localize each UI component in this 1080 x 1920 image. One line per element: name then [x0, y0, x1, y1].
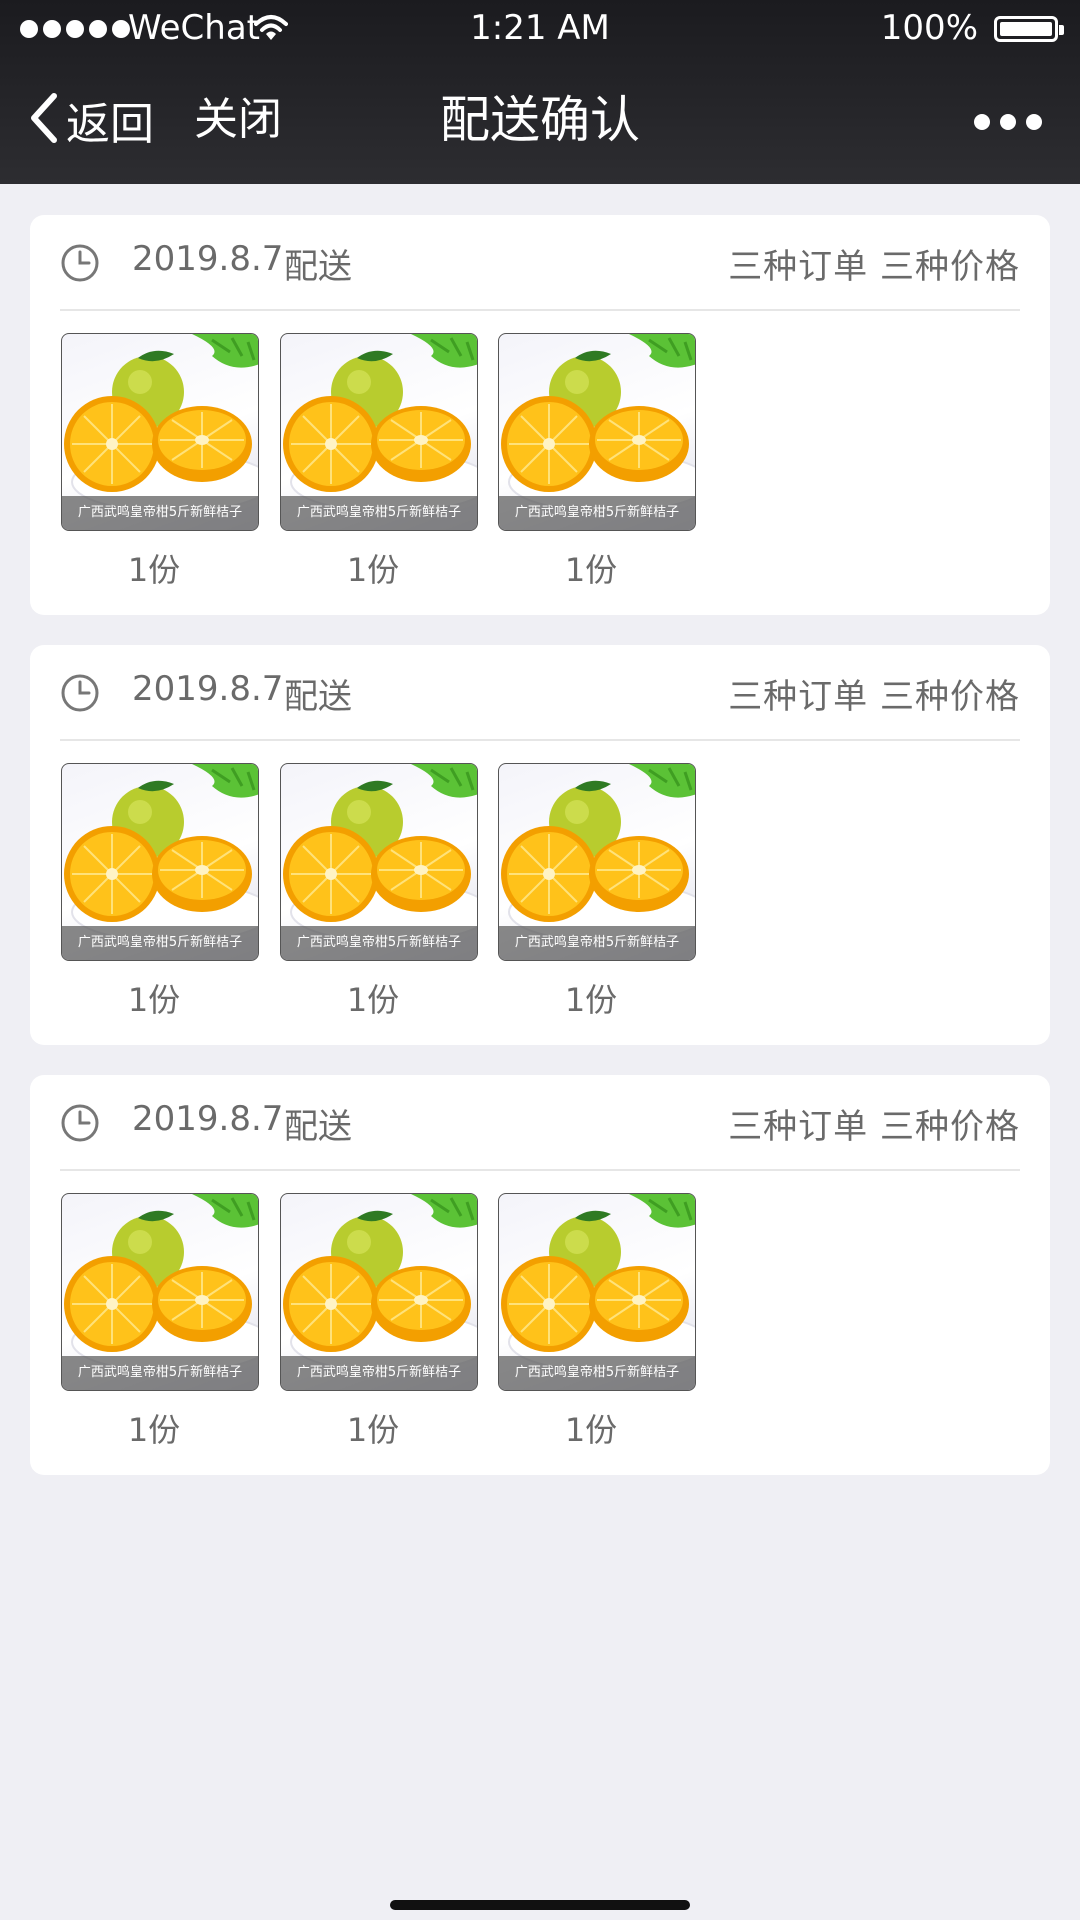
product-image: 广西武鸣皇帝柑5斤新鲜桔子 [61, 1193, 259, 1391]
delivery-label: 配送 [284, 247, 352, 287]
product-caption: 广西武鸣皇帝柑5斤新鲜桔子 [499, 1356, 695, 1390]
product-quantity: 1份 [346, 1411, 400, 1449]
product-quantity: 1份 [127, 981, 181, 1019]
order-types-label: 三种订单 三种价格 [728, 1107, 1020, 1147]
product-caption: 广西武鸣皇帝柑5斤新鲜桔子 [62, 926, 258, 960]
order-date: 2019.8.7 [132, 669, 284, 709]
product-item[interactable]: 广西武鸣皇帝柑5斤新鲜桔子 1份 [498, 763, 696, 1021]
order-card-header: 2019.8.7 配送 三种订单 三种价格 [30, 645, 1050, 741]
product-item[interactable]: 广西武鸣皇帝柑5斤新鲜桔子 1份 [61, 763, 259, 1021]
battery-icon [994, 16, 1064, 42]
product-caption: 广西武鸣皇帝柑5斤新鲜桔子 [281, 496, 477, 530]
delivery-label: 配送 [284, 677, 352, 717]
product-caption: 广西武鸣皇帝柑5斤新鲜桔子 [281, 1356, 477, 1390]
delivery-label: 配送 [284, 1107, 352, 1147]
order-card: 2019.8.7 配送 三种订单 三种价格 广西武鸣皇帝柑5斤新鲜桔子 1份 广… [30, 215, 1050, 615]
product-caption: 广西武鸣皇帝柑5斤新鲜桔子 [499, 926, 695, 960]
divider [60, 1169, 1020, 1171]
home-indicator[interactable] [390, 1900, 690, 1910]
product-image: 广西武鸣皇帝柑5斤新鲜桔子 [61, 333, 259, 531]
order-card: 2019.8.7 配送 三种订单 三种价格 广西武鸣皇帝柑5斤新鲜桔子 1份 广… [30, 645, 1050, 1045]
product-quantity: 1份 [346, 551, 400, 589]
clock-icon [60, 673, 100, 717]
order-card-header: 2019.8.7 配送 三种订单 三种价格 [30, 1075, 1050, 1171]
more-dots-icon[interactable] [974, 114, 1042, 130]
order-card: 2019.8.7 配送 三种订单 三种价格 广西武鸣皇帝柑5斤新鲜桔子 1份 广… [30, 1075, 1050, 1475]
order-date: 2019.8.7 [132, 239, 284, 279]
product-quantity: 1份 [564, 1411, 618, 1449]
product-quantity: 1份 [564, 551, 618, 589]
product-image: 广西武鸣皇帝柑5斤新鲜桔子 [61, 763, 259, 961]
status-bar: WeChat 1:21 AM 100% [0, 0, 1080, 62]
product-item[interactable]: 广西武鸣皇帝柑5斤新鲜桔子 1份 [61, 1193, 259, 1451]
product-quantity: 1份 [346, 981, 400, 1019]
clock-icon [60, 243, 100, 287]
product-image: 广西武鸣皇帝柑5斤新鲜桔子 [280, 333, 478, 531]
product-item[interactable]: 广西武鸣皇帝柑5斤新鲜桔子 1份 [280, 1193, 478, 1451]
product-quantity: 1份 [127, 551, 181, 589]
product-item[interactable]: 广西武鸣皇帝柑5斤新鲜桔子 1份 [61, 333, 259, 591]
product-caption: 广西武鸣皇帝柑5斤新鲜桔子 [62, 496, 258, 530]
product-quantity: 1份 [127, 1411, 181, 1449]
page-title: 配送确认 [440, 91, 640, 149]
order-date: 2019.8.7 [132, 1099, 284, 1139]
order-types-label: 三种订单 三种价格 [728, 677, 1020, 717]
product-item[interactable]: 广西武鸣皇帝柑5斤新鲜桔子 1份 [280, 333, 478, 591]
product-item[interactable]: 广西武鸣皇帝柑5斤新鲜桔子 1份 [498, 333, 696, 591]
product-caption: 广西武鸣皇帝柑5斤新鲜桔子 [62, 1356, 258, 1390]
product-caption: 广西武鸣皇帝柑5斤新鲜桔子 [499, 496, 695, 530]
product-item[interactable]: 广西武鸣皇帝柑5斤新鲜桔子 1份 [498, 1193, 696, 1451]
product-quantity: 1份 [564, 981, 618, 1019]
product-image: 广西武鸣皇帝柑5斤新鲜桔子 [280, 1193, 478, 1391]
divider [60, 309, 1020, 311]
battery-percent: 100% [880, 8, 978, 48]
navigation-bar: 返回 关闭 配送确认 [0, 62, 1080, 184]
top-bar: WeChat 1:21 AM 100% 返回 关闭 配送确认 [0, 0, 1080, 184]
product-caption: 广西武鸣皇帝柑5斤新鲜桔子 [281, 926, 477, 960]
divider [60, 739, 1020, 741]
product-image: 广西武鸣皇帝柑5斤新鲜桔子 [280, 763, 478, 961]
order-types-label: 三种订单 三种价格 [728, 247, 1020, 287]
product-image: 广西武鸣皇帝柑5斤新鲜桔子 [498, 1193, 696, 1391]
order-card-header: 2019.8.7 配送 三种订单 三种价格 [30, 215, 1050, 311]
clock-icon [60, 1103, 100, 1147]
product-image: 广西武鸣皇帝柑5斤新鲜桔子 [498, 763, 696, 961]
product-image: 广西武鸣皇帝柑5斤新鲜桔子 [498, 333, 696, 531]
product-item[interactable]: 广西武鸣皇帝柑5斤新鲜桔子 1份 [280, 763, 478, 1021]
